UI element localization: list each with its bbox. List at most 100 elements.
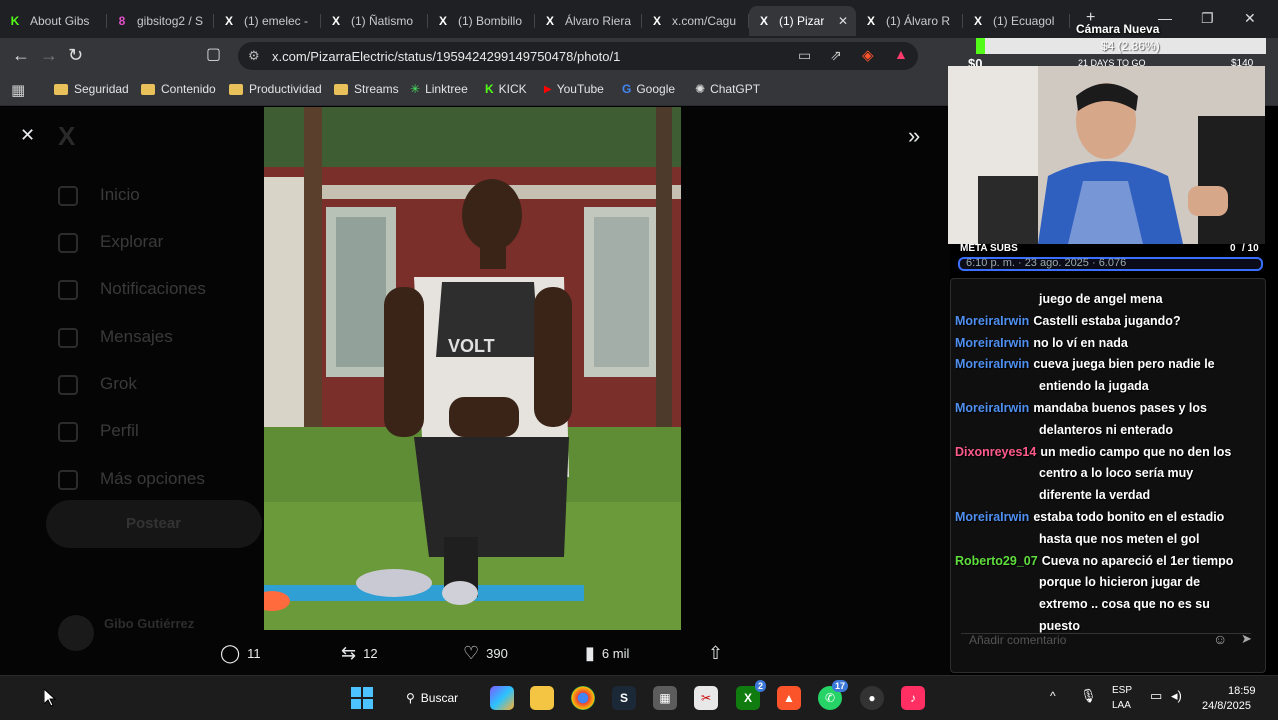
tab-2[interactable]: X (1) emelec - — [214, 6, 321, 36]
brave-rewards-icon[interactable]: ▲ — [894, 46, 908, 62]
volume-icon[interactable]: ◂) — [1171, 688, 1182, 704]
tab-3[interactable]: X (1) Ñatismo — [321, 6, 428, 36]
sidebar-item-1[interactable]: Explorar — [100, 232, 163, 252]
bookmark-streams[interactable]: Streams — [334, 82, 399, 96]
tab-9[interactable]: X (1) Ecuagol — [963, 6, 1070, 36]
tray-chevron-icon[interactable]: ^ — [1050, 689, 1056, 703]
folder-icon — [141, 83, 155, 95]
maximize-icon[interactable]: ❐ — [1201, 10, 1214, 27]
chat-text: extremo .. cosa que no es su — [1039, 597, 1210, 612]
emoji-icon[interactable]: ☺ — [1213, 631, 1227, 647]
share-post-button[interactable]: ⇧ — [708, 643, 730, 664]
reload-icon[interactable]: ↻ — [68, 46, 83, 64]
forward-icon[interactable]: → — [40, 46, 58, 64]
language-top[interactable]: ESP — [1112, 685, 1132, 696]
back-icon[interactable]: ← — [12, 46, 30, 64]
tab-4[interactable]: X (1) Bombillo — [428, 6, 535, 36]
brave-shield-icon[interactable]: ◈ — [862, 46, 874, 64]
avatar[interactable] — [58, 615, 94, 651]
like-button[interactable]: ♡ 390 — [463, 643, 508, 664]
chat-message: MoreiraIrwin estaba todo bonito en el est… — [955, 507, 1224, 527]
bookmark-chatgpt[interactable]: ✺ ChatGPT — [695, 82, 760, 96]
copilot-icon[interactable] — [490, 686, 514, 710]
chat-username[interactable]: Dixonreyes14 — [955, 445, 1036, 459]
sidebar-item-2[interactable]: Notificaciones — [100, 279, 206, 299]
tab-1[interactable]: 8 gibsitog2 / S — [107, 6, 214, 36]
brave-icon[interactable]: ▲ — [777, 686, 801, 710]
network-icon[interactable]: ▭ — [1150, 688, 1162, 704]
apps-grid-icon[interactable]: ▦ — [11, 81, 25, 99]
repost-button[interactable]: ⇆ 12 — [341, 643, 378, 664]
sidebar-item-5[interactable]: Perfil — [100, 421, 139, 441]
clock-time[interactable]: 18:59 — [1228, 685, 1256, 697]
windows-logo-icon — [351, 687, 373, 709]
close-tab-icon[interactable]: ✕ — [838, 14, 848, 28]
bookmark-linktree[interactable]: ✳ Linktree — [410, 82, 468, 96]
chat-username[interactable]: MoreiraIrwin — [955, 510, 1029, 524]
obs-icon[interactable]: ● — [860, 686, 884, 710]
views-button[interactable]: ▮ 6 mil — [585, 643, 629, 664]
bookmark-youtube[interactable]: ▶ YouTube — [544, 82, 604, 96]
sidebar-item-3[interactable]: Mensajes — [100, 327, 173, 347]
chat-message: Dixonreyes14 un medio campo que no den lo… — [955, 442, 1231, 462]
xbox-icon[interactable]: X2 — [736, 680, 766, 710]
sidebar-icon-3 — [58, 328, 78, 348]
chat-username[interactable]: MoreiraIrwin — [955, 314, 1029, 328]
tab-label: (1) Ecuagol — [993, 14, 1055, 28]
chat-username[interactable]: Roberto29_07 — [955, 554, 1038, 568]
sidebar-item-6[interactable]: Más opciones — [100, 469, 205, 489]
calculator-icon[interactable]: ▦ — [653, 686, 677, 710]
post-button[interactable]: Postear — [46, 500, 262, 548]
tab-8[interactable]: X (1) Álvaro R — [856, 6, 963, 36]
chat-username[interactable]: MoreiraIrwin — [955, 357, 1029, 371]
tab-label: x.com/Cagu — [672, 14, 737, 28]
chat-text: estaba todo bonito en el estadio — [1033, 510, 1225, 524]
sidebar-icon-5 — [58, 422, 78, 442]
chrome-icon[interactable] — [571, 686, 595, 710]
taskbar-search[interactable]: ⚲ Buscar — [396, 684, 468, 712]
chat-message: MoreiraIrwin Castelli estaba jugando? — [955, 311, 1181, 331]
tab-7[interactable]: X (1) Pizar ✕ — [749, 6, 856, 36]
cast-icon[interactable]: ▭ — [798, 47, 811, 64]
tab-6[interactable]: Xx.com/Cagu — [642, 6, 749, 36]
mouse-cursor-icon — [44, 689, 56, 707]
share-icon[interactable]: ⇗ — [830, 47, 842, 64]
reply-button[interactable]: ◯ 11 — [220, 643, 261, 664]
bookmark-icon[interactable]: ▢ — [206, 46, 221, 64]
tab-favicon-icon: X — [224, 14, 233, 28]
folder-icon — [54, 83, 68, 95]
tab-0[interactable]: K About Gibs — [0, 6, 107, 36]
chat-text: porque lo hicieron jugar de — [1039, 575, 1201, 590]
bookmark-productividad[interactable]: Productividad — [229, 82, 322, 96]
close-window-icon[interactable]: ✕ — [1244, 10, 1256, 27]
tab-5[interactable]: X Álvaro Riera — [535, 6, 642, 36]
sidebar-item-4[interactable]: Grok — [100, 374, 137, 394]
chat-username[interactable]: MoreiraIrwin — [955, 401, 1029, 415]
address-bar[interactable]: ⚙ x.com/PizarraElectric/status/195942429… — [238, 42, 918, 70]
snipping-tool-icon[interactable]: ✂ — [694, 686, 718, 710]
chat-username[interactable]: MoreiraIrwin — [955, 336, 1029, 350]
whatsapp-icon[interactable]: ✆ 17 — [818, 680, 848, 710]
tab-favicon-icon: X — [652, 14, 661, 28]
bookmark-contenido[interactable]: Contenido — [141, 82, 216, 96]
minimize-icon[interactable]: — — [1158, 10, 1172, 26]
comment-input[interactable]: Añadir comentario — [969, 633, 1066, 647]
site-info-icon[interactable]: ⚙ — [248, 48, 260, 64]
tab-favicon-icon: X — [973, 14, 982, 28]
language-bottom[interactable]: LAA — [1112, 700, 1131, 711]
start-button[interactable] — [350, 686, 374, 710]
file-explorer-icon[interactable] — [530, 686, 554, 710]
steam-icon[interactable]: S — [612, 686, 636, 710]
bookmark-seguridad[interactable]: Seguridad — [54, 82, 129, 96]
send-icon[interactable]: ➤ — [1241, 631, 1252, 647]
tab-label: (1) Álvaro R — [886, 14, 951, 28]
bookmark-kick[interactable]: K KICK — [485, 82, 527, 96]
bookmark-google[interactable]: G Google — [622, 82, 675, 96]
post-photo[interactable]: VOLT — [264, 107, 681, 630]
tiktok-icon[interactable]: ♪ — [901, 686, 925, 710]
microphone-icon[interactable]: 🎙 — [1080, 688, 1097, 704]
expand-panel-icon[interactable]: » — [908, 123, 920, 149]
sidebar-item-0[interactable]: Inicio — [100, 185, 140, 205]
clock-date[interactable]: 24/8/2025 — [1202, 700, 1251, 712]
close-photo-icon[interactable]: ✕ — [20, 125, 35, 146]
